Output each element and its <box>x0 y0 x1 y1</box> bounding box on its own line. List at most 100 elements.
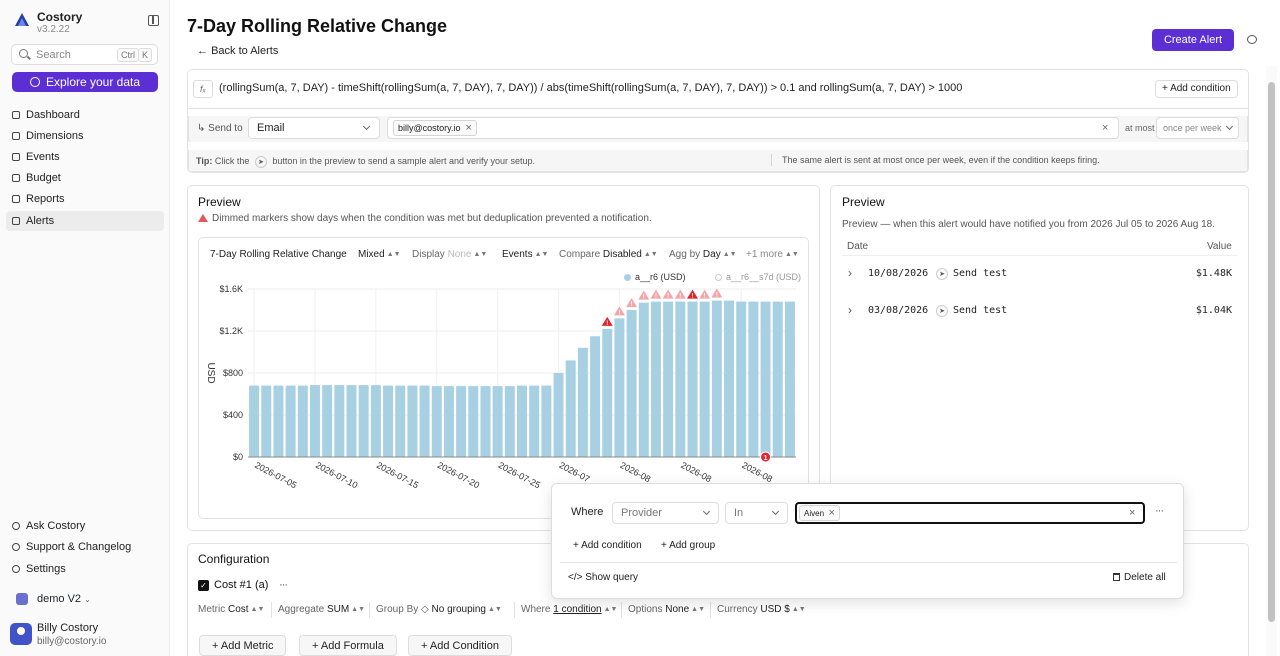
bar <box>261 385 272 457</box>
metric-select[interactable]: Metric Cost ▲▼ <box>198 604 264 615</box>
user-name: Billy Costory <box>37 622 99 634</box>
show-query-link[interactable]: </> Show query <box>568 572 638 583</box>
alert-marker-glyph: ! <box>667 294 669 300</box>
close-icon[interactable]: × <box>828 507 834 519</box>
scrollbar-thumb[interactable] <box>1268 82 1275 622</box>
condition-more-button[interactable]: ··· <box>1155 505 1164 517</box>
sidebar-item-dashboard[interactable]: Dashboard <box>6 105 164 125</box>
add-metric-button[interactable]: + Add Metric <box>199 635 287 656</box>
sidebar-item-ask-costory[interactable]: Ask Costory <box>6 516 164 536</box>
row-value: $1.48K <box>1195 268 1232 279</box>
add-condition-link[interactable]: + Add condition <box>573 540 642 551</box>
sidebar-item-settings[interactable]: Settings <box>6 559 164 579</box>
chevron-right-icon[interactable]: › <box>848 266 852 280</box>
updown-icon: ▲▼ <box>534 251 549 258</box>
bar <box>273 385 284 457</box>
display-select[interactable]: Display None ▲▼ <box>412 249 487 260</box>
table-row[interactable]: › 10/08/2026 ➤ Send test $1.48K <box>842 262 1238 286</box>
send-icon[interactable]: ➤ <box>936 268 948 280</box>
recipient-chip[interactable]: billy@costory.io × <box>393 120 477 136</box>
alert-marker-glyph: ! <box>655 294 657 300</box>
chat-icon <box>12 522 20 530</box>
create-alert-button[interactable]: Create Alert <box>1152 29 1234 51</box>
more-options-button[interactable]: ··· <box>429 18 441 34</box>
more-options-select[interactable]: +1 more ▲▼ <box>746 249 799 260</box>
group-by-select[interactable]: Group By ◇ No grouping ▲▼ <box>376 604 502 615</box>
bar <box>504 386 515 457</box>
preview-subtitle: Preview — when this alert would have not… <box>842 219 1216 230</box>
search-input[interactable]: Search Ctrl K <box>11 44 158 65</box>
clear-icon[interactable]: × <box>1129 503 1135 523</box>
chevron-down-icon <box>362 122 371 131</box>
sidebar-item-label: Settings <box>26 563 66 575</box>
explore-data-button[interactable]: Explore your data <box>12 72 158 92</box>
channel-select[interactable]: Email <box>248 117 380 139</box>
divider <box>369 602 370 618</box>
alert-marker-glyph: ! <box>618 310 620 316</box>
value-multiselect[interactable]: Aiven × × <box>795 502 1145 524</box>
condition-formula[interactable]: (rollingSum(a, 7, DAY) - timeShift(rolli… <box>219 82 962 94</box>
bar <box>699 301 710 457</box>
where-select[interactable]: Where 1 condition ▲▼ <box>521 604 617 615</box>
clear-icon[interactable]: × <box>1102 118 1108 138</box>
mode-select[interactable]: Mixed ▲▼ <box>358 249 401 260</box>
send-test-link[interactable]: Send test <box>953 305 1007 316</box>
collapse-sidebar-icon[interactable] <box>148 15 159 26</box>
table-row[interactable]: › 03/08/2026 ➤ Send test $1.04K <box>842 299 1238 323</box>
add-condition-config-button[interactable]: + Add Condition <box>408 635 512 656</box>
delete-all-button[interactable]: Delete all <box>1113 572 1166 583</box>
chart-name: 7-Day Rolling Relative Change <box>210 249 347 260</box>
diamond-icon: ◇ <box>421 604 429 615</box>
aggregate-select[interactable]: Aggregate SUM ▲▼ <box>278 604 365 615</box>
operator-select[interactable]: In <box>725 502 788 524</box>
frequency-select[interactable]: once per week <box>1156 117 1239 139</box>
chevron-right-icon[interactable]: › <box>848 303 852 317</box>
add-group-link[interactable]: + Add group <box>661 540 715 551</box>
bar <box>443 386 454 457</box>
y-axis-label: USD <box>205 362 216 383</box>
at-most-label: at most <box>1125 123 1155 133</box>
sidebar-item-alerts[interactable]: Alerts <box>6 211 164 231</box>
comment-icon[interactable] <box>1247 35 1257 44</box>
bar <box>626 310 637 457</box>
x-tick-label: 2026-07-15 <box>375 460 420 490</box>
compare-select[interactable]: Compare Disabled ▲▼ <box>559 249 658 260</box>
x-tick-label: 2026-08 <box>679 460 713 484</box>
add-formula-button[interactable]: + Add Formula <box>299 635 397 656</box>
avatar[interactable] <box>10 623 32 645</box>
value-chip[interactable]: Aiven × <box>799 505 840 521</box>
back-link[interactable]: ← Back to Alerts <box>197 45 278 57</box>
sidebar-item-support[interactable]: Support & Changelog <box>6 537 164 557</box>
metric-checkbox[interactable]: ✓ <box>198 580 209 591</box>
bar <box>370 385 381 457</box>
column-date: Date <box>847 241 869 252</box>
divider <box>842 255 1238 256</box>
divider <box>560 562 1177 563</box>
recipients-input[interactable]: billy@costory.io × × <box>387 117 1119 139</box>
sidebar-item-reports[interactable]: Reports <box>6 189 164 209</box>
y-tick-label: $400 <box>223 410 243 420</box>
dedup-note: The same alert is sent at most once per … <box>782 155 1100 165</box>
field-select[interactable]: Provider <box>612 502 719 524</box>
sidebar-item-dimensions[interactable]: Dimensions <box>6 126 164 146</box>
close-icon[interactable]: × <box>466 122 472 134</box>
metric-more-button[interactable]: ··· <box>279 579 288 591</box>
sidebar-item-events[interactable]: Events <box>6 147 164 167</box>
events-select[interactable]: Events ▲▼ <box>502 249 548 260</box>
updown-icon: ▲▼ <box>722 251 737 258</box>
chevron-down-icon <box>702 507 711 516</box>
configuration-title: Configuration <box>198 552 270 566</box>
column-value: Value <box>1207 241 1232 252</box>
agg-by-select[interactable]: Agg by Day ▲▼ <box>669 249 737 260</box>
add-condition-button[interactable]: + Add condition <box>1155 80 1238 98</box>
bar <box>346 385 357 457</box>
y-tick-label: $1.2K <box>219 326 243 336</box>
options-select[interactable]: Options None ▲▼ <box>628 604 705 615</box>
send-test-link[interactable]: Send test <box>953 268 1007 279</box>
bar <box>650 301 661 457</box>
currency-select[interactable]: Currency USD $ ▲▼ <box>717 604 806 615</box>
send-icon[interactable]: ➤ <box>936 305 948 317</box>
sidebar-item-budget[interactable]: Budget <box>6 168 164 188</box>
gear-icon <box>12 565 20 573</box>
divider <box>771 154 772 166</box>
